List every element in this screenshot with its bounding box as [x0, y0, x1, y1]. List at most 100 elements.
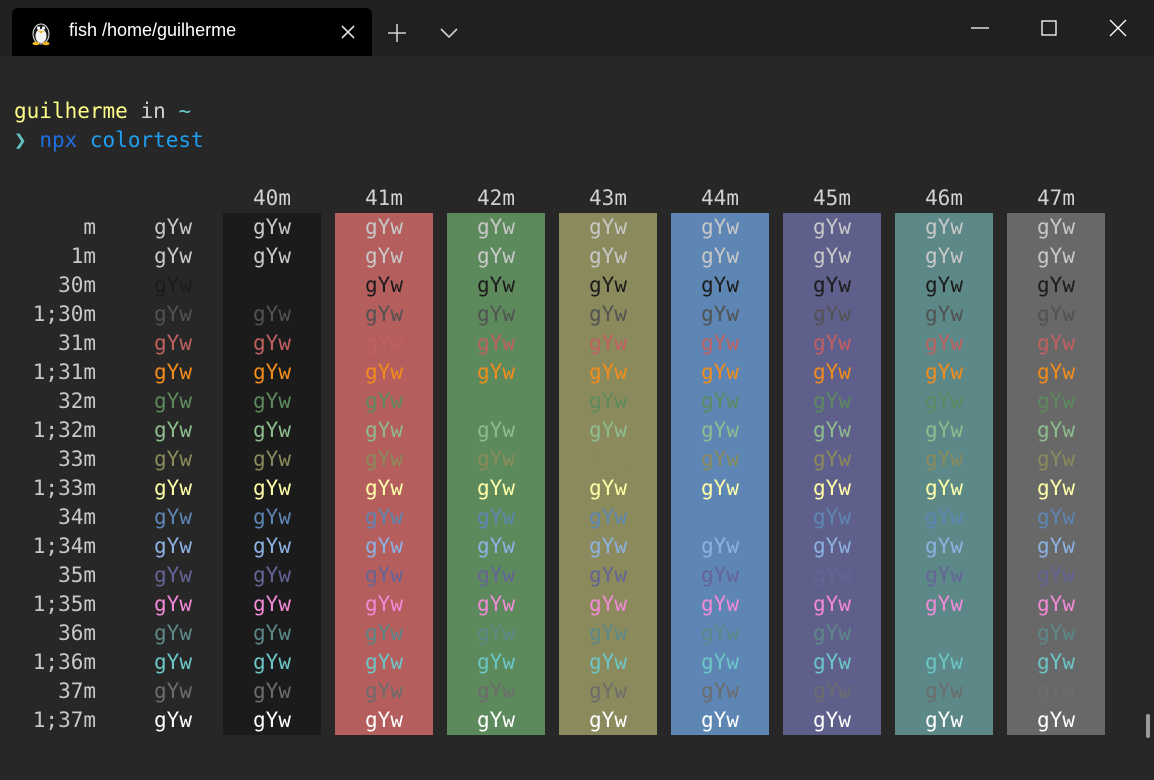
tab-fish[interactable]: fish /home/guilherme	[12, 8, 372, 56]
sample-cell: gYw	[253, 418, 291, 442]
sample-cell: gYw	[477, 302, 515, 326]
sample-cell: gYw	[477, 534, 515, 558]
sample-cell: gYw	[813, 244, 851, 268]
sample-cell: gYw	[365, 534, 403, 558]
sample-cell: gYw	[925, 592, 963, 616]
sample-cell: gYw	[365, 360, 403, 384]
sample-cell: gYw	[925, 273, 963, 297]
sample-cell: gYw	[253, 215, 291, 239]
sample-cell: gYw	[154, 244, 192, 268]
column-header: 44m	[701, 186, 739, 210]
sample-cell: gYw	[701, 215, 739, 239]
row-label: 1;35m	[32, 592, 96, 616]
sample-cell: gYw	[1037, 534, 1075, 558]
sample-cell: gYw	[1037, 592, 1075, 616]
sample-cell: gYw	[813, 215, 851, 239]
sample-cell: gYw	[365, 476, 403, 500]
sample-cell: gYw	[154, 708, 192, 732]
sample-cell: gYw	[813, 389, 851, 413]
sample-cell: gYw	[477, 679, 515, 703]
column-header: 42m	[477, 186, 515, 210]
sample-cell: gYw	[365, 708, 403, 732]
sample-cell: gYw	[589, 331, 627, 355]
sample-cell: gYw	[1037, 708, 1075, 732]
sample-cell: gYw	[813, 360, 851, 384]
sample-cell: gYw	[1037, 650, 1075, 674]
sample-cell: gYw	[701, 302, 739, 326]
close-window-button[interactable]	[1086, 0, 1150, 56]
sample-cell: gYw	[589, 215, 627, 239]
minimize-button[interactable]	[948, 0, 1012, 56]
row-label: 1;30m	[32, 302, 96, 326]
row-label: 33m	[58, 447, 96, 471]
sample-cell: gYw	[589, 244, 627, 268]
sample-cell: gYw	[925, 418, 963, 442]
sample-cell: gYw	[701, 389, 739, 413]
column-header: 45m	[813, 186, 851, 210]
maximize-button[interactable]	[1017, 0, 1081, 56]
sample-cell: gYw	[589, 476, 627, 500]
row-label: 34m	[58, 505, 96, 529]
terminal-content[interactable]: guilherme in ~ ❯ npx colortest 40m 41m 42m…	[0, 56, 1154, 780]
row-label: 1;33m	[32, 476, 96, 500]
sample-cell: gYw	[813, 679, 851, 703]
sample-cell: gYw	[1037, 621, 1075, 645]
column-header: 40m	[253, 186, 291, 210]
sample-cell: gYw	[154, 505, 192, 529]
sample-cell: gYw	[589, 563, 627, 587]
sample-cell: gYw	[253, 331, 291, 355]
sample-cell: gYw	[365, 215, 403, 239]
sample-cell: gYw	[365, 389, 403, 413]
sample-cell: gYw	[477, 708, 515, 732]
sample-cell: gYw	[365, 447, 403, 471]
sample-cell: gYw	[477, 244, 515, 268]
sample-cell: gYw	[154, 563, 192, 587]
sample-cell: gYw	[1037, 447, 1075, 471]
sample-cell: gYw	[365, 505, 403, 529]
sample-cell: gYw	[813, 302, 851, 326]
colortest-grid: 40m 41m 42m 43m 44m 45m 46m 47m m gYw gYw gYw gYw gYw…	[0, 56, 1154, 780]
sample-cell: gYw	[701, 273, 739, 297]
sample-cell: gYw	[925, 505, 963, 529]
sample-cell: gYw	[589, 273, 627, 297]
sample-cell: gYw	[1037, 418, 1075, 442]
sample-cell: gYw	[589, 650, 627, 674]
sample-cell: gYw	[154, 273, 192, 297]
row-label: m	[83, 215, 96, 239]
sample-cell: gYw	[365, 273, 403, 297]
sample-cell: gYw	[813, 563, 851, 587]
sample-cell: gYw	[365, 331, 403, 355]
sample-cell: gYw	[477, 331, 515, 355]
sample-cell: gYw	[701, 505, 739, 529]
scrollbar-thumb[interactable]	[1146, 714, 1150, 738]
terminal-window: fish /home/guilherme guilherme in ~ ❯ np…	[0, 0, 1154, 780]
sample-cell: gYw	[253, 389, 291, 413]
sample-cell: gYw	[365, 418, 403, 442]
sample-cell: gYw	[589, 302, 627, 326]
row-label: 35m	[58, 563, 96, 587]
linux-penguin-icon	[32, 23, 50, 46]
sample-cell: gYw	[154, 302, 192, 326]
close-icon	[1109, 19, 1127, 37]
sample-cell: gYw	[925, 650, 963, 674]
sample-cell: gYw	[925, 679, 963, 703]
chevron-down-icon[interactable]	[436, 20, 462, 46]
sample-cell: gYw	[1037, 302, 1075, 326]
sample-cell: gYw	[925, 621, 963, 645]
row-label: 1;36m	[32, 650, 96, 674]
column-header: 41m	[365, 186, 403, 210]
row-label: 1;34m	[32, 534, 96, 558]
sample-cell: gYw	[813, 273, 851, 297]
sample-cell: gYw	[925, 476, 963, 500]
sample-cell: gYw	[477, 563, 515, 587]
title-bar: fish /home/guilherme	[0, 0, 1154, 56]
minimize-icon	[971, 27, 989, 29]
close-icon[interactable]	[336, 20, 360, 44]
sample-cell: gYw	[253, 273, 291, 297]
sample-cell: gYw	[477, 476, 515, 500]
sample-cell: gYw	[701, 679, 739, 703]
row-label: 36m	[58, 621, 96, 645]
sample-cell: gYw	[477, 418, 515, 442]
plus-icon[interactable]	[384, 20, 410, 46]
row-label: 1m	[70, 244, 96, 268]
